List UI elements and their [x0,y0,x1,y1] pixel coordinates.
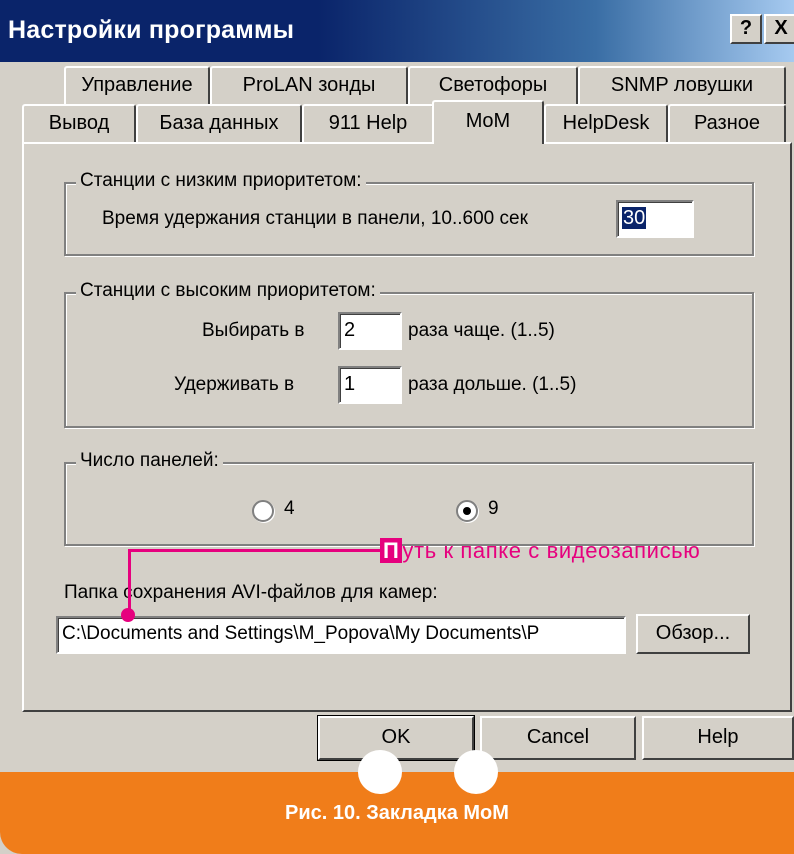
browse-button[interactable]: Обзор... [636,614,750,654]
high-priority-title: Станции с высоким приоритетом: [76,280,380,302]
caption-text: Рис. 10. Закладка MoM [285,802,509,824]
tab-svetofory[interactable]: Светофоры [408,66,578,104]
hold-time-input[interactable]: 30 [616,200,694,238]
choose-suffix: раза чаще. (1..5) [408,320,555,341]
hold-time-label: Время удержания станции в панели, 10..60… [102,208,528,229]
choose-label: Выбирать в [202,320,305,341]
tab-helpdesk[interactable]: HelpDesk [544,104,668,142]
settings-dialog: Настройки программы ? X Управление ProLA… [0,0,794,854]
radio-selected-dot [463,507,471,515]
tab-prolan[interactable]: ProLAN зонды [210,66,408,104]
tab-vyvod[interactable]: Вывод [22,104,136,142]
callout-line-horizontal [128,549,382,552]
avi-folder-label: Папка сохранения AVI-файлов для камер: [64,582,438,603]
panels-count-title: Число панелей: [76,450,223,472]
panels-count-group: Число панелей: 4 9 [64,450,754,546]
tab-snmp[interactable]: SNMP ловушки [578,66,786,104]
keep-label: Удерживать в [174,374,295,395]
keep-input[interactable]: 1 [338,366,402,404]
keep-suffix: раза дольше. (1..5) [408,374,577,395]
radio-9-label: 9 [488,498,499,519]
low-priority-title: Станции с низким приоритетом: [76,170,366,192]
help-button[interactable]: Help [642,716,794,760]
tab-mom[interactable]: MoM [432,100,544,144]
avi-path-input[interactable]: C:\Documents and Settings\M_Popova\My Do… [56,616,626,654]
window-title: Настройки программы [8,16,295,44]
close-title-button[interactable]: X [764,14,794,44]
tab-baza-dannyh[interactable]: База данных [136,104,302,142]
radio-4-panels[interactable] [252,500,274,522]
decor-circle-right [454,750,498,794]
low-priority-group: Станции с низким приоритетом: Время удер… [64,170,754,256]
cancel-button[interactable]: Cancel [480,716,636,760]
callout-line-vertical [128,549,131,611]
tab-upravlenie[interactable]: Управление [64,66,210,104]
title-bar: Настройки программы ? X [0,0,794,62]
tab-911-help[interactable]: 911 Help [302,104,434,142]
radio-9-panels[interactable] [456,500,478,522]
decor-circle-left [358,750,402,794]
callout-first-letter: П [380,538,403,563]
help-title-button[interactable]: ? [730,14,762,44]
ok-button[interactable]: OK [317,715,475,761]
callout-text: Путь к папке с видеозаписью [380,538,700,564]
choose-input[interactable]: 2 [338,312,402,350]
callout-rest: уть к папке с видеозаписью [402,538,701,563]
tab-raznoe[interactable]: Разное [668,104,786,142]
high-priority-group: Станции с высоким приоритетом: Выбирать … [64,280,754,428]
callout-dot [121,608,135,622]
tab-panel-mom: Станции с низким приоритетом: Время удер… [22,142,792,712]
radio-4-label: 4 [284,498,295,519]
